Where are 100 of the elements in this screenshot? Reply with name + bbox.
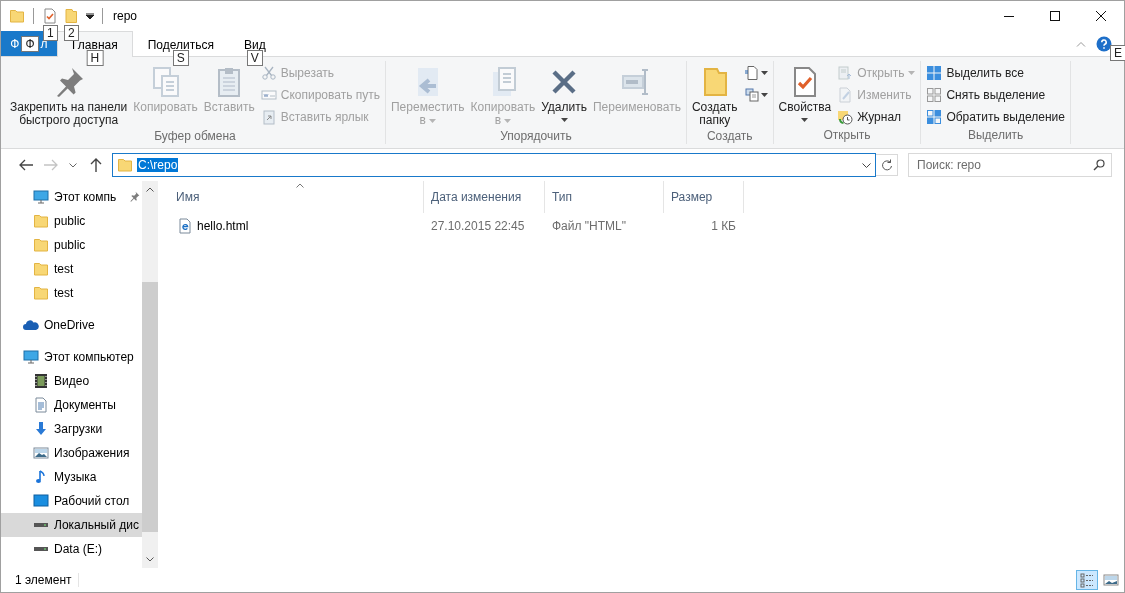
easy-access-icon [743,87,760,103]
invert-selection-icon [926,109,943,125]
key-tip: Ф [21,35,39,52]
folder-icon [9,8,25,24]
refresh-button[interactable] [876,154,898,176]
folder-icon [33,213,49,229]
up-arrow-icon [89,158,102,172]
key-tip: H [86,50,104,66]
navigation-item[interactable]: Загрузки [1,417,142,441]
help-icon [1096,35,1112,52]
computer-icon [33,189,49,205]
folder-icon [63,8,79,24]
navigation-item[interactable]: Музыка [1,465,142,489]
navigation-item[interactable]: Документы [1,393,142,417]
group-label: Создать [705,129,754,144]
group-label: Упорядочить [499,129,573,144]
details-view-icon [1079,572,1095,588]
picture-icon [33,445,49,461]
navigation-item[interactable]: Локальный дис [1,513,142,537]
refresh-icon [880,159,893,171]
ribbon-button[interactable]: Удалить [539,61,589,124]
select-all-icon [926,65,943,81]
minimize-icon [1004,15,1014,17]
navigation-item[interactable]: OneDrive [1,313,142,337]
cloud-icon [23,317,39,333]
status-text: 1 элемент [15,573,79,587]
key-tip: S [172,50,189,66]
navigation-item[interactable]: Изображения [1,441,142,465]
key-tip: E [1110,45,1125,61]
shortcut-icon [260,109,277,125]
scrollbar[interactable] [142,181,158,568]
help-button[interactable] [1096,35,1112,52]
quick-access-button[interactable] [63,8,79,24]
web-page-icon [177,218,193,234]
film-icon [33,373,49,389]
table-cell: 27.10.2015 22:45 [431,219,525,233]
ribbon-button[interactable]: Выделить все [924,63,1067,83]
chevron-up-icon [1076,40,1086,47]
navigation-item[interactable]: public [1,209,142,233]
navigation-item[interactable]: Этот компьютер [1,345,142,369]
scroll-thumb[interactable] [142,282,158,532]
close-icon [1096,11,1106,21]
column-header[interactable]: Размер [664,181,744,213]
window-title: repo [113,9,138,23]
document-icon [33,397,49,413]
chevron-up-icon [146,187,154,192]
column-header[interactable]: Дата изменения [424,181,545,213]
down-arrow-icon [33,421,49,437]
properties-icon [42,8,58,24]
drive-icon [34,523,48,527]
key-tip: 2 [64,25,79,41]
edit-icon [837,87,854,103]
drive-icon [34,547,48,551]
column-header[interactable]: Имя [169,181,424,213]
chevron-down-icon [69,162,77,168]
navigation-item[interactable]: Видео [1,369,142,393]
navigation-item[interactable]: public [1,233,142,257]
caret-icon [86,13,94,19]
scissors-icon [260,65,277,81]
search-field[interactable]: Поиск: repo [908,153,1112,177]
customize-quick-access-button[interactable] [86,13,94,19]
path-icon [260,87,277,103]
select-none-icon [926,87,943,103]
new-item-icon [743,65,760,81]
quick-access-button[interactable] [42,8,58,24]
navigation-item[interactable]: Data (E:) [1,537,142,561]
navigation-item[interactable]: test [1,257,142,281]
back-arrow-icon [18,159,33,171]
address-field[interactable]: C:\repo [112,153,876,177]
ribbon-button[interactable]: Свойства [776,61,834,124]
group-label: Открыть [822,128,872,144]
navigation-item[interactable]: test [1,281,142,305]
file-name: hello.html [197,219,249,233]
ribbon-button[interactable]: Снять выделение [924,85,1067,105]
search-icon [1093,159,1105,171]
group-label: Выделить [967,128,1025,144]
folder-icon [33,237,49,253]
folder-icon [33,261,49,277]
chevron-down-icon [146,557,154,562]
column-header[interactable]: Тип [545,181,664,213]
open-icon [837,65,854,81]
chevron-down-icon [862,162,871,168]
ribbon-button[interactable]: Журнал [835,107,918,127]
forward-arrow-icon [43,159,58,171]
computer-icon [23,349,39,365]
ribbon-button[interactable]: Обратить выделение [924,107,1067,127]
ribbon-button[interactable]: Создать папку [689,61,740,129]
table-cell: Файл "HTML" [552,219,627,233]
view-button[interactable] [1076,570,1098,590]
navigation-item[interactable]: Этот компь [1,185,142,209]
maximize-icon [1050,11,1060,21]
folder-icon [33,285,49,301]
navigation-item[interactable]: Рабочий стол [1,489,142,513]
history-icon [837,109,854,125]
large-icons-view-icon [1103,572,1119,588]
monitor-icon [33,493,49,509]
key-tip: V [246,50,263,66]
key-tip: 1 [43,25,58,41]
table-cell: 1 КБ [711,219,736,233]
group-label: Буфер обмена [153,129,237,144]
